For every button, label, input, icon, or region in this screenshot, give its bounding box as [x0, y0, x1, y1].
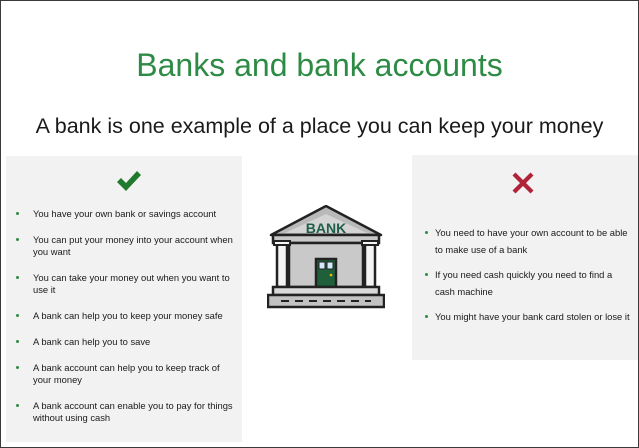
list-item: You have your own bank or savings accoun…	[16, 208, 236, 220]
bank-building-icon: BANK	[267, 205, 385, 309]
cons-panel: You need to have your own account to be …	[412, 155, 638, 360]
pros-list: You have your own bank or savings accoun…	[16, 208, 236, 438]
list-item: A bank account can enable you to pay for…	[16, 400, 236, 424]
slide-title: Banks and bank accounts	[136, 47, 503, 83]
list-item: You can put your money into your account…	[16, 234, 236, 258]
list-item: You might have your bank card stolen or …	[425, 308, 630, 325]
list-item: If you need cash quickly you need to fin…	[425, 266, 630, 300]
list-item: A bank can help you to save	[16, 336, 236, 348]
bank-sign-text: BANK	[306, 220, 346, 236]
list-item: You can take your money out when you wan…	[16, 272, 236, 296]
list-item: A bank account can help you to keep trac…	[16, 362, 236, 386]
check-mark-icon	[117, 171, 141, 191]
list-item: You need to have your own account to be …	[425, 224, 630, 258]
slide: Banks and bank accounts A bank is one ex…	[0, 0, 639, 448]
pros-panel: You have your own bank or savings accoun…	[6, 156, 242, 442]
cons-list: You need to have your own account to be …	[425, 224, 630, 333]
slide-subtitle: A bank is one example of a place you can…	[35, 114, 604, 138]
list-item: A bank can help you to keep your money s…	[16, 310, 236, 322]
cross-mark-icon	[512, 172, 534, 194]
